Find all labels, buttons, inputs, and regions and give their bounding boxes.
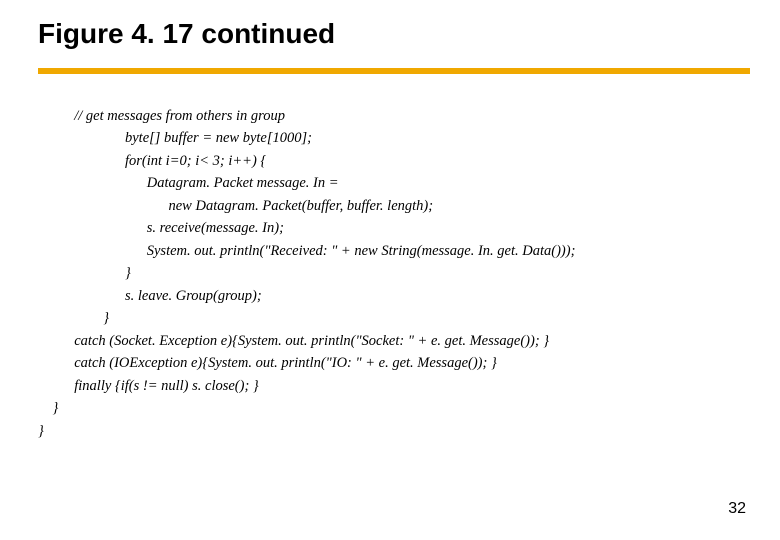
code-line: new Datagram. Packet(buffer, buffer. len… xyxy=(38,195,750,217)
page-number: 32 xyxy=(728,500,746,518)
code-line: s. leave. Group(group); xyxy=(38,285,750,307)
code-block: // get messages from others in group byt… xyxy=(38,105,750,442)
code-line: // get messages from others in group xyxy=(38,105,750,127)
code-line: s. receive(message. In); xyxy=(38,217,750,239)
code-line: System. out. println("Received: " + new … xyxy=(38,240,750,262)
code-line: catch (IOException e){System. out. print… xyxy=(38,352,750,374)
code-line: catch (Socket. Exception e){System. out.… xyxy=(38,330,750,352)
code-line: } xyxy=(38,262,750,284)
code-line: byte[] buffer = new byte[1000]; xyxy=(38,127,750,149)
code-line: } xyxy=(38,307,750,329)
title-rule xyxy=(38,68,750,74)
slide: Figure 4. 17 continued // get messages f… xyxy=(0,0,780,540)
code-line: Datagram. Packet message. In = xyxy=(38,172,750,194)
code-line: } xyxy=(38,397,750,419)
code-line: for(int i=0; i< 3; i++) { xyxy=(38,150,750,172)
slide-title: Figure 4. 17 continued xyxy=(38,18,335,50)
code-line: } xyxy=(38,420,750,442)
code-line: finally {if(s != null) s. close(); } xyxy=(38,375,750,397)
